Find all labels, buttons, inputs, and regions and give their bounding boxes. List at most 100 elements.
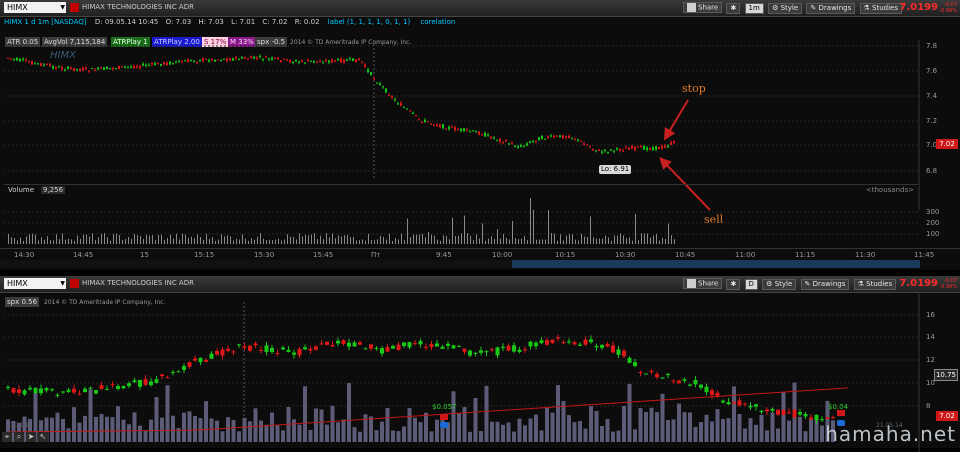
daily-candle [209,353,214,359]
daily-volume-bar [110,417,115,442]
intraday-candle [484,133,486,137]
daily-volume-bar [264,424,269,442]
settings-button[interactable]: ✱ [726,2,741,14]
dividend-marker-icon[interactable] [440,422,448,428]
earnings-marker-icon[interactable] [440,414,448,420]
earnings-marker-icon[interactable] [837,410,845,416]
volume-bar [467,233,468,244]
volume-bar [179,239,180,244]
volume-bar [233,240,234,244]
volume-units: <thousands> [865,186,914,194]
volume-bar [629,237,630,244]
intraday-candle [412,112,414,114]
volume-bar [170,234,171,244]
daily-volume-bar [638,408,643,442]
daily-candle [380,348,384,354]
style-button[interactable]: ⚙ Style [768,2,803,14]
share-button[interactable]: Share [683,278,723,289]
chart-toolbar: Share ✱ 1m ⚙ Style ✎ Drawings ⚗ Studies [681,2,902,14]
daily-candle [253,343,258,346]
daily-candle [616,349,621,355]
volume-bar [38,240,39,244]
volume-bar [623,235,624,244]
daily-candle [545,340,549,345]
volume-bar [338,235,339,244]
intraday-candle [520,145,522,147]
intraday-candle [229,58,231,61]
intraday-candle [175,61,177,63]
crosshair-icon[interactable]: ⌖ [2,432,12,442]
volume-bar [548,210,549,244]
intraday-candle [670,142,672,145]
daily-candle [435,343,439,347]
studies-label: Studies [872,3,898,12]
daily-volume-bar [363,414,368,442]
daily-candle [770,408,775,411]
intraday-candle [388,95,390,97]
symbol-selector[interactable]: HIMX ▼ [4,2,66,13]
drawings-button[interactable]: ✎ Drawings [806,2,856,14]
volume-bar [482,223,483,244]
daily-candle [121,386,126,389]
intraday-candle [307,60,309,62]
intraday-candle [61,67,63,70]
volume-bar [428,231,429,244]
intraday-candle [544,138,546,140]
daily-volume-bar [545,407,549,442]
intraday-candle [622,150,624,152]
volume-bar [287,234,288,244]
daily-candle [215,350,219,355]
pencil-icon: ✎ [804,279,811,288]
volume-bar [383,236,384,244]
symbol-selector[interactable]: HIMX ▼ [4,278,66,289]
daily-candle [600,344,604,348]
intraday-candle [598,150,600,152]
daily-volume-bar [666,420,670,442]
interval-button[interactable]: D [744,278,758,290]
intraday-candle [55,66,57,69]
horizontal-scrollbar[interactable] [512,260,920,268]
volume-bar [554,233,555,244]
daily-volume-bar [776,428,780,442]
zoom-icon[interactable]: ⌕ [14,432,24,442]
daily-candle [61,391,65,393]
volume-bar [50,240,51,244]
style-button[interactable]: ⚙ Style [762,278,797,290]
volume-bar [353,236,354,244]
settings-button[interactable]: ✱ [726,278,741,290]
daily-candle [787,412,791,414]
daily-candle [748,405,753,408]
style-icon: ⚙ [772,3,779,12]
daily-volume-bar [132,412,137,442]
volume-bar [530,198,531,244]
intraday-candle [25,59,27,62]
drawings-button[interactable]: ✎ Drawings [800,278,850,290]
interval-button[interactable]: 1m [744,2,764,14]
intraday-candle [349,58,351,60]
cursor-icon[interactable]: ↖ [38,432,48,442]
scroll-left-area[interactable] [0,260,512,268]
pointer-icon[interactable]: ➤ [26,432,36,442]
time-tick: 14:45 [73,251,94,259]
daily-candle [396,344,401,351]
intraday-candle [340,58,342,63]
daily-candle [149,381,153,386]
volume-axis: 300 200 100 [920,196,960,246]
volume-bar [116,233,117,244]
studies-button[interactable]: ⚗ Studies [859,2,902,14]
studies-label: Studies [866,279,893,288]
daily-candle [523,349,527,351]
studies-button[interactable]: ⚗ Studies [853,278,897,290]
daily-candle [666,373,670,376]
daily-volume-bar [418,422,423,442]
time-tick: 14:30 [14,251,35,259]
bar-date: D: 09.05.14 10:45 [94,18,159,26]
low-label: Lo: 6.91 [599,165,632,174]
interval-label: D [748,279,754,288]
daily-candle [336,340,340,344]
label-study: label (1, 1, 1, 1, 0, 1, 1) [327,18,411,26]
share-button[interactable]: Share [683,2,723,13]
intraday-candle [148,64,150,66]
daily-candle [490,349,494,351]
volume-bar [41,237,42,244]
